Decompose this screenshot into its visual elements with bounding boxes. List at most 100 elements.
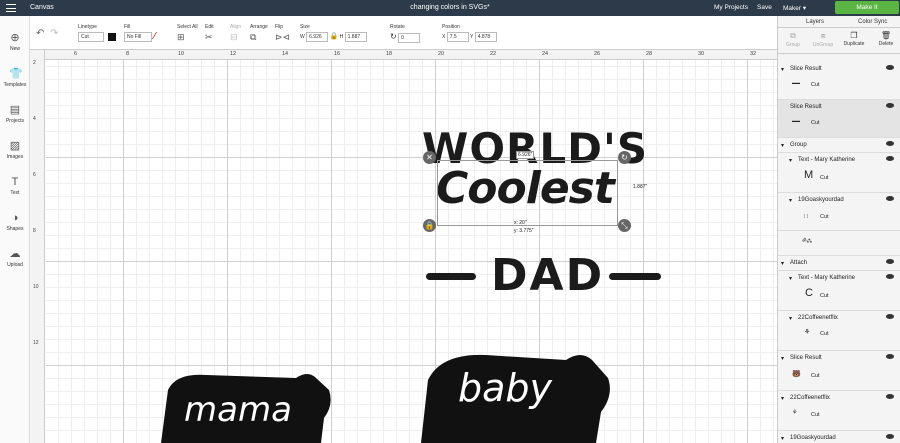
design-canvas[interactable]: WORLD'S Coolest ✕ ↻ 🔒 ⤡ 6.926" 1.887" x:… bbox=[46, 60, 777, 443]
eye-icon[interactable] bbox=[886, 354, 894, 359]
layer-cut-label: Cut bbox=[811, 82, 820, 88]
panel-tabs: Layers Color Sync bbox=[778, 16, 900, 28]
rotate-input[interactable]: 0 bbox=[398, 33, 421, 43]
chevron-down-icon[interactable]: ▾ bbox=[789, 315, 792, 322]
layer-row-selected[interactable]: Slice Result ▬▬ Cut bbox=[778, 100, 900, 138]
delete-button[interactable]: 🗑 Delete bbox=[873, 31, 899, 47]
chevron-down-icon[interactable]: ▾ bbox=[781, 395, 784, 402]
edit-control[interactable]: Edit ✂ bbox=[205, 24, 214, 43]
layer-attach-row[interactable]: ▾ Attach bbox=[778, 256, 900, 271]
layer-row[interactable]: ॐ⁂ bbox=[778, 231, 900, 256]
eye-icon[interactable] bbox=[886, 141, 894, 146]
flip-control[interactable]: Flip ⊳⊲ bbox=[275, 24, 290, 43]
group-button[interactable]: ⧉ Group bbox=[780, 31, 806, 48]
tab-color-sync[interactable]: Color Sync bbox=[858, 19, 887, 25]
nav-new[interactable]: ⊕ New bbox=[0, 32, 30, 52]
eye-icon[interactable] bbox=[886, 259, 894, 264]
my-projects-link[interactable]: My Projects bbox=[714, 4, 748, 11]
duplicate-button[interactable]: ❐ Duplicate bbox=[841, 31, 867, 47]
mama-text[interactable]: mama bbox=[184, 390, 292, 430]
nav-templates[interactable]: 👕 Templates bbox=[0, 68, 30, 88]
layer-row[interactable]: ▾ Slice Result ▬▬ Cut bbox=[778, 62, 900, 100]
height-input[interactable]: 1.887 bbox=[344, 32, 367, 42]
upload-icon: ☁ bbox=[9, 248, 21, 260]
eye-icon[interactable] bbox=[886, 274, 894, 279]
nav-text[interactable]: T Text bbox=[0, 176, 30, 196]
fill-select[interactable]: No Fill bbox=[124, 32, 152, 42]
linetype-color-swatch[interactable] bbox=[108, 33, 116, 41]
layer-cut-label: Cut bbox=[820, 331, 829, 337]
nav-shapes[interactable]: ◑ Shapes bbox=[0, 212, 30, 232]
size-control: Size W 6.926 🔒 H 1.887 bbox=[300, 24, 367, 42]
eye-icon[interactable] bbox=[886, 434, 894, 439]
height-field-label: H bbox=[339, 34, 344, 40]
eye-icon[interactable] bbox=[886, 103, 894, 108]
chevron-down-icon[interactable]: ▾ bbox=[781, 142, 784, 149]
ruler-top-tick: 12 bbox=[230, 51, 237, 57]
ungroup-label: UnGroup bbox=[812, 42, 834, 48]
text-icon: T bbox=[11, 176, 19, 188]
layer-cut-label: Cut bbox=[811, 373, 820, 379]
chevron-down-icon[interactable]: ▾ bbox=[781, 355, 784, 362]
nav-upload[interactable]: ☁ Upload bbox=[0, 248, 30, 268]
ruler-top-tick: 28 bbox=[646, 51, 653, 57]
chevron-down-icon[interactable]: ▾ bbox=[789, 157, 792, 164]
layer-row[interactable]: ▾ 19Goaskyourdad ⁞ ⁞ Cut bbox=[778, 193, 900, 231]
ruler-left-tick: 12 bbox=[33, 340, 39, 346]
redo-icon[interactable]: ↷ bbox=[50, 28, 58, 39]
ungroup-button[interactable]: ⧈ UnGroup bbox=[810, 31, 836, 48]
layer-row[interactable]: ▾ 22Coffeenetflix ⚘ Cut bbox=[778, 391, 900, 431]
chevron-down-icon[interactable]: ▾ bbox=[781, 435, 784, 442]
layers-panel: Layers Color Sync ⧉ Group ⧈ UnGroup ❐ Dupli… bbox=[777, 16, 900, 443]
ruler-left-tick: 6 bbox=[33, 172, 36, 178]
eye-icon[interactable] bbox=[886, 314, 894, 319]
chevron-down-icon[interactable]: ▾ bbox=[781, 260, 784, 267]
chevron-down-icon[interactable]: ▾ bbox=[789, 197, 792, 204]
layer-title: 19Goaskyourdad bbox=[790, 435, 836, 441]
arrange-control[interactable]: Arrange ⧉ bbox=[250, 24, 268, 43]
linetype-select[interactable]: Cut bbox=[78, 32, 104, 42]
width-input[interactable]: 6.926 bbox=[306, 32, 329, 42]
save-button[interactable]: Save bbox=[757, 4, 772, 11]
chevron-down-icon[interactable]: ▾ bbox=[789, 275, 792, 282]
layer-cut-label: Cut bbox=[820, 175, 829, 181]
align-control[interactable]: Align ⊟ bbox=[230, 24, 241, 43]
nav-label: New bbox=[9, 46, 20, 52]
layer-title: Text - Mary Katherine bbox=[798, 275, 856, 281]
select-all-control[interactable]: Select All ⊞ bbox=[177, 24, 198, 43]
align-label: Align bbox=[230, 24, 242, 30]
y-input[interactable]: 4.878 bbox=[474, 32, 497, 42]
layer-row[interactable]: ▾ 22Coffeenetflix ⚘ Cut bbox=[778, 311, 900, 351]
layer-row[interactable]: ▾ Text - Mary Katherine C Cut bbox=[778, 271, 900, 311]
undo-icon[interactable]: ↶ bbox=[36, 28, 44, 39]
make-it-button[interactable]: Make It bbox=[835, 1, 899, 14]
layer-row[interactable]: ▾ Slice Result 🐻 Cut bbox=[778, 351, 900, 391]
rotate-label: Rotate bbox=[390, 24, 405, 30]
tab-layers[interactable]: Layers bbox=[806, 19, 824, 25]
ruler-top-tick: 26 bbox=[594, 51, 601, 57]
layer-row[interactable]: ▾ Text - Mary Katherine M Cut bbox=[778, 153, 900, 193]
eye-icon[interactable] bbox=[886, 156, 894, 161]
nav-label: Text bbox=[10, 190, 20, 196]
no-fill-swatch-icon[interactable]: ⁄ bbox=[154, 31, 156, 42]
machine-select[interactable]: Maker ▾ bbox=[780, 2, 809, 14]
ruler-top-tick: 6 bbox=[74, 51, 78, 57]
baby-text[interactable]: baby bbox=[458, 366, 552, 410]
x-input[interactable]: 7.5 bbox=[446, 32, 469, 42]
nav-projects[interactable]: ▤ Projects bbox=[0, 104, 30, 124]
layer-group-row[interactable]: ▾ Group bbox=[778, 138, 900, 153]
eye-icon[interactable] bbox=[886, 394, 894, 399]
layer-row[interactable]: ▾ 19Goaskyourdad bbox=[778, 431, 900, 443]
nav-images[interactable]: ▨ Images bbox=[0, 140, 30, 160]
layer-thumbnail-icon: ⚘ bbox=[792, 410, 798, 416]
lock-icon[interactable]: 🔒 bbox=[330, 33, 339, 40]
ruler-top-tick: 30 bbox=[698, 51, 705, 57]
eye-icon[interactable] bbox=[886, 196, 894, 201]
nav-label: Shapes bbox=[6, 226, 24, 232]
chevron-down-icon[interactable]: ▾ bbox=[781, 66, 784, 73]
arrange-label: Arrange bbox=[250, 24, 268, 30]
nav-label: Templates bbox=[3, 82, 27, 88]
scissors-icon: ✂ bbox=[205, 32, 213, 42]
eye-icon[interactable] bbox=[886, 65, 894, 70]
arrange-icon: ⧉ bbox=[250, 32, 257, 42]
